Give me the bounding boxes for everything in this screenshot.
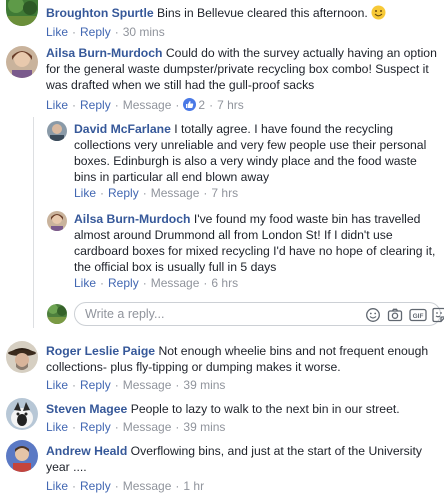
- reply-link[interactable]: Reply: [108, 276, 139, 290]
- reply-timestamp[interactable]: 7 hrs: [211, 186, 238, 200]
- comment-timestamp[interactable]: 7 hrs: [217, 98, 244, 112]
- reply-link[interactable]: Reply: [80, 479, 111, 493]
- comment-timestamp[interactable]: 1 hr: [183, 479, 204, 493]
- camera-icon[interactable]: [387, 307, 403, 323]
- avatar[interactable]: [6, 46, 38, 78]
- comment-author[interactable]: Ailsa Burn-Murdoch: [46, 46, 162, 60]
- comment-author[interactable]: Broughton Spurtle: [46, 6, 154, 20]
- smiley-emoji-icon: [371, 5, 386, 20]
- thumbs-up-icon: [183, 98, 197, 111]
- reply-timestamp[interactable]: 6 hrs: [211, 276, 238, 290]
- reply-link[interactable]: Reply: [80, 420, 111, 434]
- reply-composer[interactable]: GIF: [74, 302, 444, 326]
- like-link[interactable]: Like: [46, 25, 68, 39]
- gif-icon[interactable]: GIF: [409, 307, 427, 323]
- sticker-icon[interactable]: [431, 307, 444, 323]
- reply-link[interactable]: Reply: [108, 186, 139, 200]
- comment-text: Bins in Bellevue cleared this afternoon.: [157, 6, 368, 20]
- reply-input[interactable]: [85, 306, 275, 322]
- message-link[interactable]: Message: [123, 378, 172, 392]
- svg-text:GIF: GIF: [413, 313, 424, 320]
- like-link[interactable]: Like: [46, 479, 68, 493]
- reply-link[interactable]: Reply: [80, 25, 111, 39]
- avatar[interactable]: [6, 440, 38, 472]
- reaction-summary[interactable]: 2: [183, 98, 205, 112]
- comment-timestamp[interactable]: 30 mins: [123, 25, 165, 39]
- comment-author[interactable]: Steven Magee: [46, 402, 127, 416]
- reply-link[interactable]: Reply: [80, 98, 111, 112]
- avatar[interactable]: [6, 341, 38, 373]
- message-link[interactable]: Message: [151, 276, 200, 290]
- thread-line: [33, 117, 34, 328]
- emoji-icon[interactable]: [365, 307, 381, 323]
- avatar[interactable]: [6, 398, 38, 430]
- comment-text: People to lazy to walk to the next bin i…: [130, 402, 400, 416]
- like-link[interactable]: Like: [74, 276, 96, 290]
- message-link[interactable]: Message: [123, 420, 172, 434]
- reply-author[interactable]: David McFarlane: [74, 122, 171, 136]
- reply-author[interactable]: Ailsa Burn-Murdoch: [74, 212, 190, 226]
- like-link[interactable]: Like: [46, 378, 68, 392]
- message-link[interactable]: Message: [123, 98, 172, 112]
- avatar[interactable]: [47, 211, 67, 231]
- reply-link[interactable]: Reply: [80, 378, 111, 392]
- avatar[interactable]: [47, 121, 67, 141]
- like-link[interactable]: Like: [46, 420, 68, 434]
- message-link[interactable]: Message: [151, 186, 200, 200]
- reaction-count: 2: [198, 98, 206, 112]
- avatar[interactable]: [6, 0, 38, 26]
- comment-author[interactable]: Roger Leslie Paige: [46, 344, 155, 358]
- comment-timestamp[interactable]: 39 mins: [183, 420, 225, 434]
- current-user-avatar: [47, 304, 67, 324]
- like-link[interactable]: Like: [46, 98, 68, 112]
- comment-timestamp[interactable]: 39 mins: [183, 378, 225, 392]
- comment-author[interactable]: Andrew Heald: [46, 444, 127, 458]
- message-link[interactable]: Message: [123, 479, 172, 493]
- like-link[interactable]: Like: [74, 186, 96, 200]
